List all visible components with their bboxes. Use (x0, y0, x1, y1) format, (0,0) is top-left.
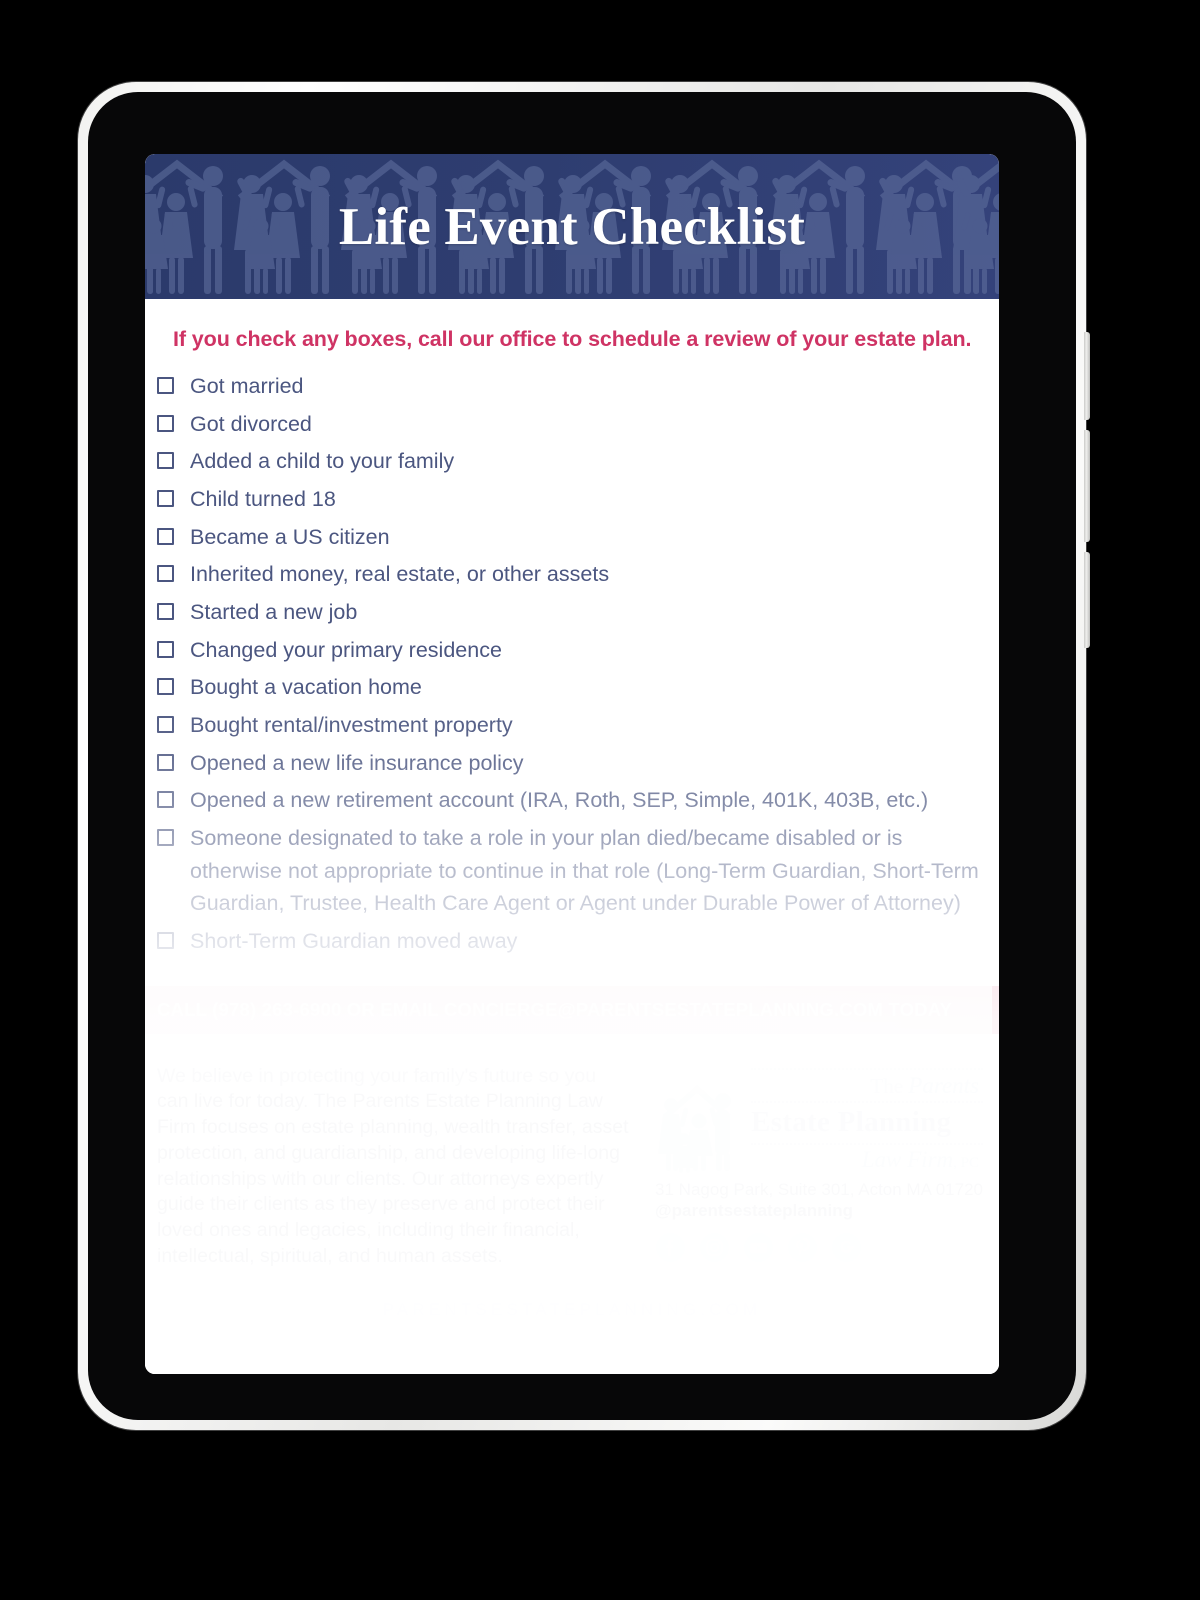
volume-down-button[interactable] (1084, 430, 1090, 542)
checkbox-icon[interactable] (157, 377, 174, 394)
checklist-item[interactable]: Bought rental/investment property (157, 709, 999, 742)
subtitle-call-to-review: If you check any boxes, call our office … (173, 327, 972, 351)
social-handle: @parentsestateplanning (655, 1200, 853, 1220)
screenshot-root: Life Event Checklist If you check any bo… (0, 0, 1200, 1600)
social-links (655, 1232, 983, 1263)
checklist-item[interactable]: Bought a vacation home (157, 671, 999, 704)
checkbox-icon[interactable] (157, 452, 174, 470)
logo-line-law-firm: Law Firm, PC (751, 1147, 983, 1173)
life-event-checklist: Got married Got divorced Added a child t… (145, 370, 999, 958)
instagram-icon[interactable] (699, 1232, 730, 1263)
footer-description-column: We believe in protecting your family's f… (157, 1064, 631, 1270)
firm-logo-wordmark: The Parents Estate Planning Law Firm, PC (751, 1066, 983, 1173)
logo-pc-text: , PC (953, 1154, 979, 1171)
checkbox-icon[interactable] (157, 414, 174, 432)
checklist-item-label: Opened a new retirement account (IRA, Ro… (190, 788, 929, 813)
checklist-item-label: Got divorced (190, 411, 312, 436)
document-header: Life Event Checklist (145, 154, 999, 299)
firm-address: 31 Nagog Park, Suite 301, Acton MA 01720 (655, 1179, 983, 1199)
checklist-item[interactable]: Got married (157, 370, 999, 403)
website-url[interactable]: PARENTSESTATEPLANNING.COM (145, 1300, 999, 1320)
youtube-icon[interactable] (743, 1232, 774, 1263)
cta-banner[interactable]: CALL (978) 263-6900 OR EMAIL CONCIERGE@P… (145, 985, 999, 1034)
checklist-item[interactable]: Started a new job (157, 596, 999, 629)
cta-banner-wrapper: CALL (978) 263-6900 OR EMAIL CONCIERGE@P… (145, 985, 999, 1034)
checklist-item-label: Short-Term Guardian moved away (190, 929, 518, 954)
checkbox-icon[interactable] (157, 490, 174, 508)
checklist-item[interactable]: Inherited money, real estate, or other a… (157, 558, 999, 591)
logo-line-estate-planning: Estate Planning (751, 1105, 952, 1138)
checklist-item[interactable]: Opened a new retirement account (IRA, Ro… (157, 784, 999, 817)
checklist-item-label: Bought a vacation home (190, 675, 422, 700)
footer-brand-column: The Parents Estate Planning Law Firm, PC… (655, 1064, 983, 1270)
checkbox-icon[interactable] (157, 829, 174, 847)
checklist-item[interactable]: Added a child to your family (157, 445, 999, 478)
checklist-item-label: Opened a new life insurance policy (190, 750, 524, 775)
checklist-item-label: Became a US citizen (190, 524, 390, 549)
checklist-item[interactable]: Became a US citizen (157, 521, 999, 554)
checklist-item[interactable]: Child turned 18 (157, 483, 999, 516)
checklist-item-label: Got married (190, 374, 304, 398)
tablet-bezel: Life Event Checklist If you check any bo… (88, 92, 1076, 1420)
checklist-item[interactable]: Short-Term Guardian moved away (157, 925, 999, 958)
facebook-icon[interactable] (655, 1232, 686, 1263)
tablet-device: Life Event Checklist If you check any bo… (78, 82, 1090, 1430)
checkbox-icon[interactable] (157, 565, 174, 583)
checklist-item[interactable]: Opened a new life insurance policy (157, 747, 999, 780)
checkbox-icon[interactable] (157, 678, 174, 696)
firm-logo: The Parents Estate Planning Law Firm, PC (655, 1066, 983, 1173)
checkbox-icon[interactable] (157, 791, 174, 809)
google-icon[interactable] (831, 1232, 862, 1263)
checklist-item[interactable]: Got divorced (157, 408, 999, 441)
checkbox-icon[interactable] (157, 527, 174, 545)
volume-up-button[interactable] (1084, 332, 1090, 420)
logo-line-the-parents: The Parents (751, 1072, 983, 1099)
checklist-item-label: Changed your primary residence (190, 637, 502, 662)
family-house-logo-icon (658, 1084, 732, 1173)
logo-the-text: The (870, 1073, 909, 1098)
page-title: Life Event Checklist (338, 197, 806, 256)
logo-divider-mid (751, 1100, 983, 1103)
logo-divider-bottom (751, 1142, 983, 1145)
pinterest-icon[interactable] (787, 1232, 818, 1263)
checkbox-icon[interactable] (157, 640, 174, 658)
checklist-item-label: Inherited money, real estate, or other a… (190, 562, 610, 587)
checkbox-icon[interactable] (157, 603, 174, 621)
power-button[interactable] (1084, 552, 1090, 648)
logo-parents-text: Parents (908, 1072, 979, 1098)
checklist-item-label: Started a new job (190, 600, 358, 625)
logo-law-firm-text: Law Firm (861, 1146, 954, 1172)
checklist-item[interactable]: Someone designated to take a role in you… (157, 822, 999, 920)
checklist-item-label: Bought rental/investment property (190, 713, 513, 738)
firm-description: We believe in protecting your family's f… (157, 1064, 629, 1267)
checklist-item-label: Someone designated to take a role in you… (190, 826, 979, 916)
document-footer: We believe in protecting your family's f… (145, 1034, 999, 1270)
checkbox-icon[interactable] (157, 932, 174, 950)
cta-banner-text: CALL (978) 263-6900 OR EMAIL CONCIERGE@P… (157, 998, 953, 1020)
checklist-item[interactable]: Changed your primary residence (157, 634, 999, 667)
checklist-item-label: Child turned 18 (190, 487, 336, 512)
checklist-item-label: Added a child to your family (190, 449, 455, 474)
checklist-document: Life Event Checklist If you check any bo… (145, 154, 999, 1374)
checkbox-icon[interactable] (157, 716, 174, 734)
logo-divider-top (751, 1067, 983, 1070)
checkbox-icon[interactable] (157, 753, 174, 771)
tablet-screen: Life Event Checklist If you check any bo… (145, 154, 999, 1374)
